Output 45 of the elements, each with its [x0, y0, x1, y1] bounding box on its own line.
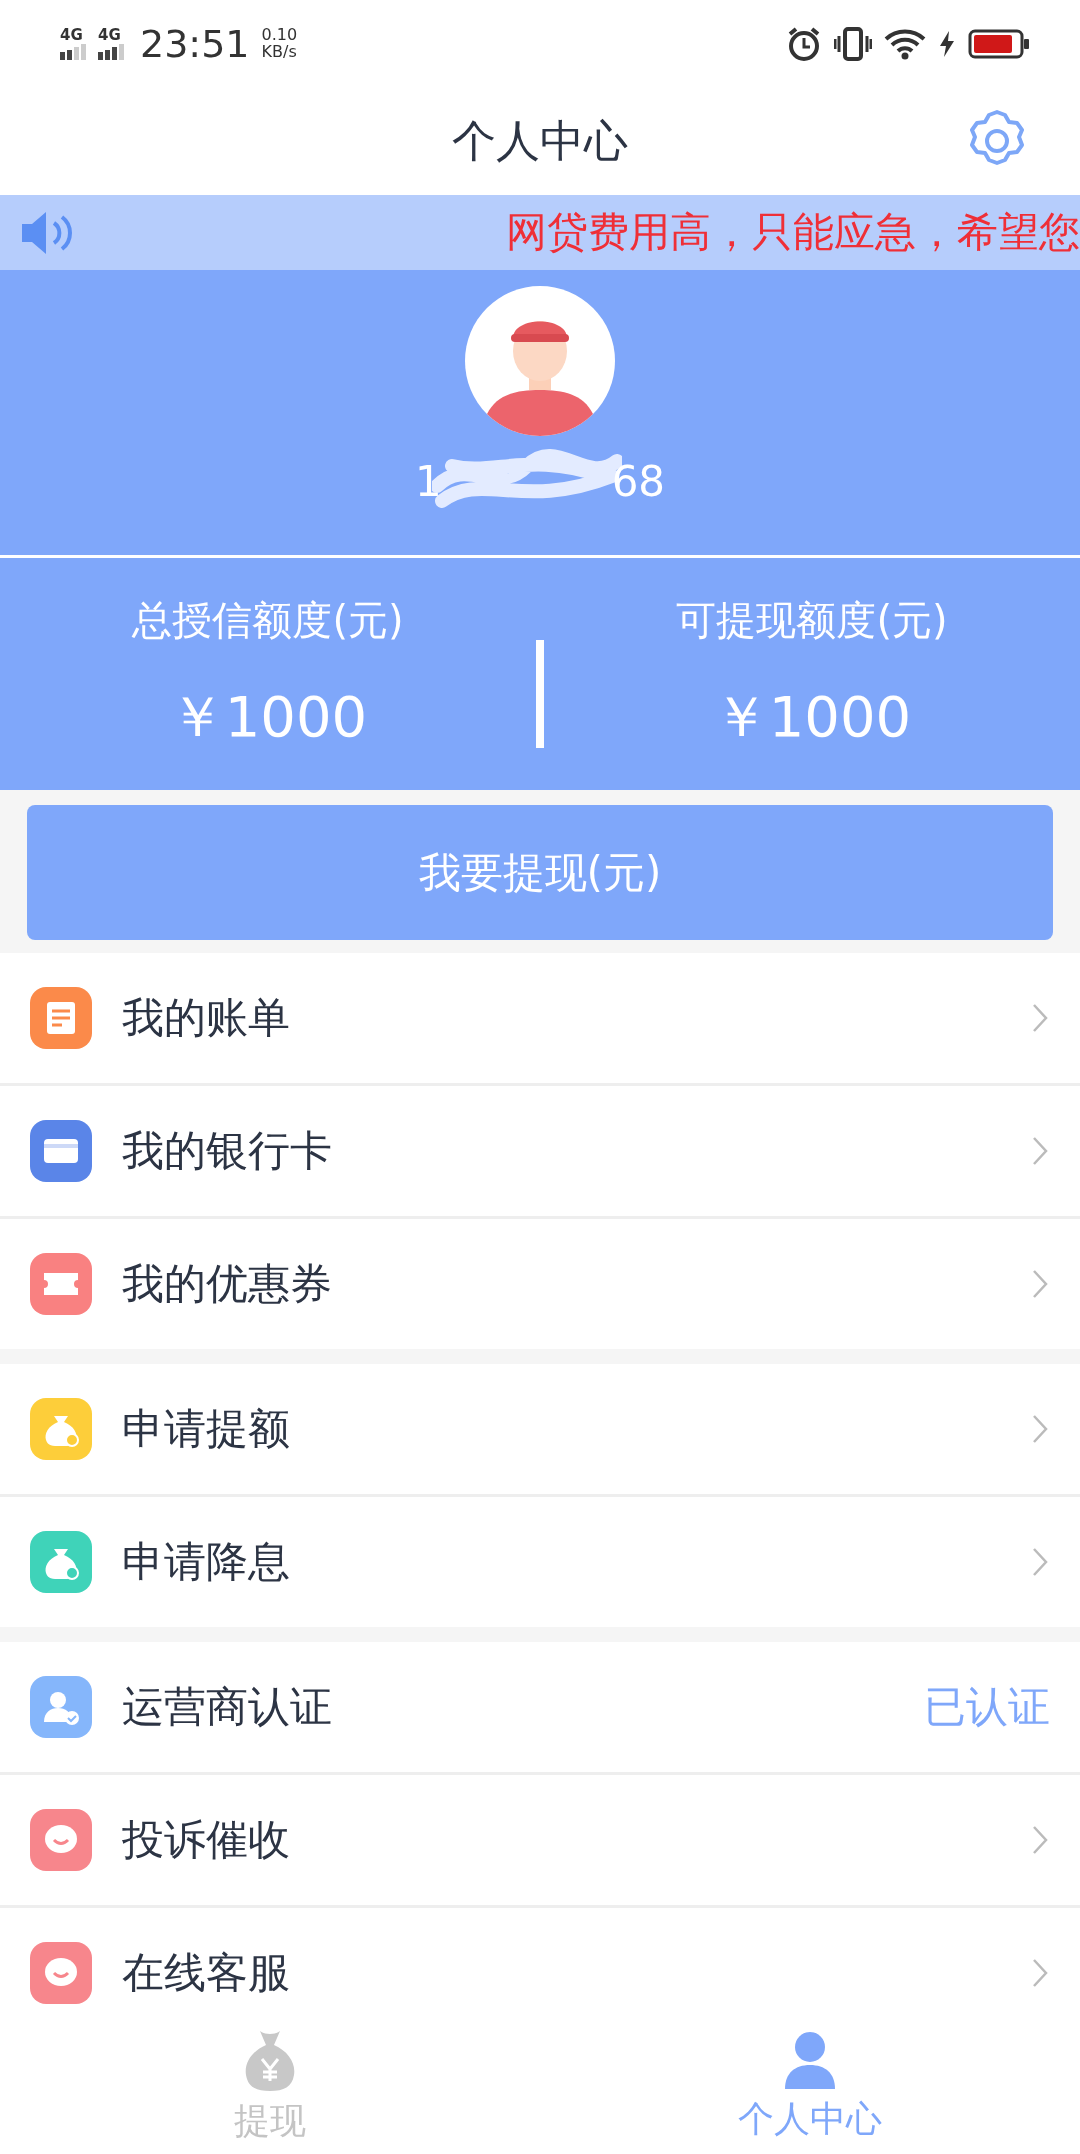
menu-item[interactable]: 我的优惠券 [0, 1219, 1080, 1349]
page-title: 个人中心 [452, 114, 628, 168]
menu-label: 在线客服 [122, 1947, 290, 1999]
menu-item[interactable]: 投诉催收 [0, 1775, 1080, 1905]
alarm-icon [786, 26, 822, 62]
chevron-icon [1032, 1414, 1048, 1444]
stat-label: 可提现额度(元) [676, 595, 948, 645]
chevron-icon [1032, 1958, 1048, 1988]
speed-value: 0.10 [261, 27, 298, 44]
menu-label: 我的银行卡 [122, 1125, 332, 1177]
stat-label: 总授信额度(元) [132, 595, 404, 645]
status-text: 已认证 [924, 1681, 1050, 1733]
stat-value: ￥1000 [168, 682, 368, 751]
charging-icon [938, 30, 956, 58]
chevron-icon [1032, 1136, 1048, 1166]
menu-item[interactable]: 运营商认证 已认证 [0, 1642, 1080, 1772]
stat-value: ￥1000 [712, 682, 912, 751]
network-label: 4G [60, 28, 83, 43]
menu-label: 我的账单 [122, 992, 290, 1044]
menu-label: 投诉催收 [122, 1814, 290, 1866]
phone-number: 68 [611, 456, 666, 506]
menu-item[interactable]: 申请降息 [0, 1497, 1080, 1627]
menu-item[interactable]: 在线客服 [0, 1908, 1080, 2020]
speed-unit: KB/s [261, 44, 298, 61]
wifi-icon [884, 28, 926, 60]
menu-label: 申请降息 [122, 1536, 290, 1588]
network-label: 4G [98, 28, 121, 43]
menu-label: 申请提额 [122, 1403, 290, 1455]
person-icon [783, 2030, 837, 2091]
signal-icon [98, 44, 124, 60]
clock-time: 23:51 [140, 22, 250, 66]
vibrate-icon [834, 26, 872, 62]
chevron-icon [1032, 1269, 1048, 1299]
chevron-icon [1032, 1547, 1048, 1577]
signal-icon [60, 44, 86, 60]
chevron-icon [1032, 1825, 1048, 1855]
menu-item[interactable]: 我的账单 [0, 953, 1080, 1083]
phone-number: 1 [414, 456, 442, 506]
chevron-icon [1032, 1003, 1048, 1033]
menu-label: 运营商认证 [122, 1681, 332, 1733]
battery-icon [968, 29, 1030, 59]
menu-item[interactable]: 我的银行卡 [0, 1086, 1080, 1216]
menu-item[interactable]: 申请提额 [0, 1364, 1080, 1494]
notice-text: 网贷费用高，只能应急，希望您 [506, 207, 1080, 258]
menu-label: 我的优惠券 [122, 1258, 332, 1310]
